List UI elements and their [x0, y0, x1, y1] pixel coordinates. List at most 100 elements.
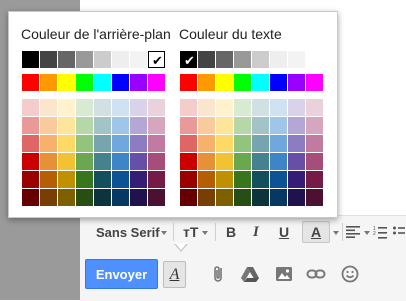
color-swatch[interactable]: [234, 99, 251, 116]
color-swatch[interactable]: [234, 171, 251, 188]
color-swatch[interactable]: [198, 153, 215, 170]
color-swatch[interactable]: [306, 189, 323, 206]
color-swatch[interactable]: [216, 171, 233, 188]
color-swatch[interactable]: [306, 99, 323, 116]
color-swatch[interactable]: [306, 117, 323, 134]
color-swatch[interactable]: [288, 135, 305, 152]
color-swatch[interactable]: [112, 99, 129, 116]
drive-icon[interactable]: [240, 264, 260, 284]
color-swatch[interactable]: [94, 51, 111, 68]
color-swatch[interactable]: [112, 153, 129, 170]
color-swatch[interactable]: [40, 153, 57, 170]
color-swatch[interactable]: [180, 135, 197, 152]
color-swatch[interactable]: [180, 189, 197, 206]
formatting-options-button[interactable]: A: [163, 261, 186, 288]
color-swatch[interactable]: [112, 171, 129, 188]
color-swatch[interactable]: [22, 117, 39, 134]
color-swatch[interactable]: [216, 153, 233, 170]
color-swatch[interactable]: [76, 135, 93, 152]
color-swatch[interactable]: [40, 135, 57, 152]
color-swatch[interactable]: [22, 153, 39, 170]
color-swatch[interactable]: [94, 74, 111, 91]
color-swatch[interactable]: [216, 189, 233, 206]
color-swatch[interactable]: [112, 117, 129, 134]
numbered-list-icon[interactable]: 1 2: [373, 225, 387, 239]
color-swatch[interactable]: [112, 51, 129, 68]
color-swatch[interactable]: [130, 99, 147, 116]
color-swatch[interactable]: [216, 74, 233, 91]
color-swatch[interactable]: [306, 171, 323, 188]
color-swatch[interactable]: [198, 117, 215, 134]
underline-button[interactable]: U: [279, 222, 289, 242]
bulleted-list-icon[interactable]: [393, 225, 405, 239]
attach-icon[interactable]: [209, 264, 229, 284]
color-swatch[interactable]: [130, 171, 147, 188]
insert-photo-icon[interactable]: [274, 264, 294, 284]
color-swatch[interactable]: [198, 135, 215, 152]
color-swatch[interactable]: [58, 153, 75, 170]
color-swatch[interactable]: [306, 135, 323, 152]
emoji-icon[interactable]: [340, 264, 360, 284]
color-swatch[interactable]: [94, 99, 111, 116]
send-button[interactable]: Envoyer: [85, 259, 158, 289]
color-swatch[interactable]: ✔: [180, 51, 197, 68]
color-swatch[interactable]: [94, 153, 111, 170]
color-swatch[interactable]: [252, 51, 269, 68]
color-swatch[interactable]: [22, 99, 39, 116]
color-swatch[interactable]: [252, 117, 269, 134]
color-swatch[interactable]: [58, 171, 75, 188]
color-swatch[interactable]: [252, 171, 269, 188]
color-swatch[interactable]: [270, 171, 287, 188]
color-swatch[interactable]: [288, 117, 305, 134]
color-swatch[interactable]: [76, 153, 93, 170]
color-swatch[interactable]: [252, 99, 269, 116]
color-swatch[interactable]: [22, 74, 39, 91]
color-swatch[interactable]: [216, 117, 233, 134]
font-size-button[interactable]: тT: [183, 222, 198, 242]
color-swatch[interactable]: [40, 171, 57, 188]
color-swatch[interactable]: [270, 51, 287, 68]
color-swatch[interactable]: [130, 135, 147, 152]
color-swatch[interactable]: [58, 74, 75, 91]
color-swatch[interactable]: [130, 153, 147, 170]
color-swatch[interactable]: [112, 189, 129, 206]
bold-button[interactable]: B: [226, 222, 236, 242]
color-swatch[interactable]: [22, 189, 39, 206]
color-swatch[interactable]: [130, 51, 147, 68]
color-swatch[interactable]: [94, 117, 111, 134]
color-swatch[interactable]: [180, 153, 197, 170]
color-swatch[interactable]: [148, 117, 165, 134]
color-swatch[interactable]: [216, 51, 233, 68]
color-swatch[interactable]: [306, 153, 323, 170]
color-swatch[interactable]: [306, 51, 323, 68]
color-swatch[interactable]: [180, 74, 197, 91]
color-swatch[interactable]: ✔: [148, 51, 165, 68]
color-swatch[interactable]: [270, 189, 287, 206]
color-swatch[interactable]: [198, 189, 215, 206]
color-swatch[interactable]: [270, 74, 287, 91]
color-swatch[interactable]: [22, 135, 39, 152]
color-swatch[interactable]: [58, 189, 75, 206]
color-swatch[interactable]: [40, 189, 57, 206]
color-swatch[interactable]: [76, 189, 93, 206]
color-swatch[interactable]: [76, 99, 93, 116]
italic-button[interactable]: I: [253, 222, 259, 242]
color-swatch[interactable]: [76, 51, 93, 68]
color-swatch[interactable]: [252, 189, 269, 206]
color-swatch[interactable]: [198, 74, 215, 91]
color-swatch[interactable]: [234, 153, 251, 170]
color-swatch[interactable]: [288, 171, 305, 188]
color-swatch[interactable]: [270, 99, 287, 116]
color-swatch[interactable]: [288, 99, 305, 116]
color-swatch[interactable]: [22, 51, 39, 68]
color-swatch[interactable]: [270, 135, 287, 152]
color-swatch[interactable]: [58, 117, 75, 134]
color-swatch[interactable]: [58, 135, 75, 152]
color-swatch[interactable]: [180, 99, 197, 116]
color-swatch[interactable]: [270, 153, 287, 170]
color-swatch[interactable]: [148, 99, 165, 116]
color-swatch[interactable]: [198, 51, 215, 68]
color-swatch[interactable]: [288, 74, 305, 91]
color-swatch[interactable]: [148, 153, 165, 170]
color-swatch[interactable]: [40, 117, 57, 134]
